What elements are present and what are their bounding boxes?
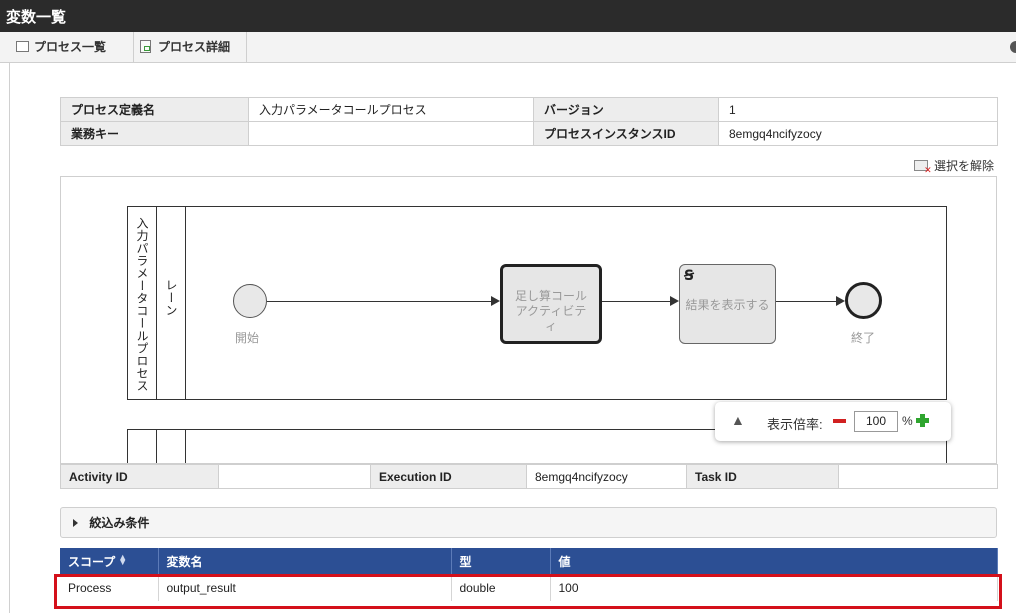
process-def-name-label: プロセス定義名: [60, 97, 249, 122]
clear-selection-link[interactable]: 選択を解除: [913, 157, 994, 176]
call-activity-task[interactable]: 足し算コールアクティビティ: [500, 264, 602, 344]
tab-bar: プロセス一覧 プロセス詳細: [0, 32, 1016, 63]
column-header-name[interactable]: 変数名: [158, 548, 452, 574]
instance-id-label: プロセスインスタンスID: [533, 121, 719, 146]
tab-process-detail-label: プロセス詳細: [158, 40, 231, 54]
business-key-label: 業務キー: [60, 121, 249, 146]
table-row[interactable]: Process output_result double 100: [60, 574, 998, 601]
start-event[interactable]: [233, 284, 267, 318]
activity-id-label: Activity ID: [60, 464, 219, 489]
execution-id-label: Execution ID: [370, 464, 527, 489]
task-id-label: Task ID: [686, 464, 839, 489]
activity-id-value: [218, 464, 371, 489]
business-key-value: [248, 121, 534, 146]
tab-process-list-label: プロセス一覧: [34, 40, 107, 54]
sort-icon[interactable]: ▲ ▼: [118, 552, 127, 566]
tab-process-detail[interactable]: プロセス詳細: [134, 32, 247, 62]
info-icon[interactable]: [1010, 41, 1016, 53]
pool-label: 入力パラメータコールプロセス: [135, 217, 149, 392]
arrowhead-icon: [836, 296, 845, 306]
version-label: バージョン: [533, 97, 719, 122]
cell-scope: Process: [60, 574, 159, 601]
arrowhead-icon: [491, 296, 500, 306]
cell-value: 100: [550, 574, 998, 601]
second-pool-label-cell: [128, 430, 157, 463]
script-task-label: 結果を表示する: [685, 298, 770, 312]
clear-selection-icon: [913, 160, 932, 176]
call-activity-label: 足し算コールアクティビティ: [514, 289, 587, 333]
sequence-flow[interactable]: [602, 301, 670, 302]
lane-label-cell: レーン: [157, 207, 186, 399]
process-diagram[interactable]: 入力パラメータコールプロセス レーン 開始 足し算コールアクティビティ Ꞩ 結果…: [60, 176, 997, 464]
script-task-icon: Ꞩ: [684, 267, 695, 283]
variables-table: スコープ ▲ ▼ 変数名 型 値 Process output_result dou…: [60, 548, 998, 601]
start-event-label: 開始: [235, 331, 260, 345]
task-id-value: [838, 464, 998, 489]
panel-border: [9, 63, 10, 613]
version-value: 1: [718, 97, 998, 122]
cell-name: output_result: [158, 574, 452, 601]
zoom-label: 表示倍率:: [767, 417, 823, 432]
column-header-scope[interactable]: スコープ ▲ ▼: [60, 548, 159, 574]
document-icon: [140, 40, 151, 53]
sequence-flow[interactable]: [267, 301, 491, 302]
zoom-unit: %: [902, 414, 913, 428]
process-def-name-value: 入力パラメータコールプロセス: [248, 97, 534, 122]
zoom-out-icon[interactable]: [833, 419, 846, 423]
script-task[interactable]: Ꞩ 結果を表示する: [679, 264, 776, 344]
process-info-table: プロセス定義名 入力パラメータコールプロセス バージョン 1 業務キー プロセス…: [60, 97, 998, 146]
second-lane-label-cell: [157, 430, 186, 463]
zoom-in-icon[interactable]: [916, 414, 929, 427]
zoom-input[interactable]: 100: [854, 411, 898, 432]
end-event[interactable]: [845, 282, 882, 319]
column-header-value[interactable]: 値: [550, 548, 998, 574]
column-header-type[interactable]: 型: [451, 548, 551, 574]
id-table: Activity ID Execution ID 8emgq4ncifyzocy…: [60, 464, 998, 489]
pool-label-cell: 入力パラメータコールプロセス: [128, 207, 157, 399]
clear-selection-label: 選択を解除: [933, 159, 994, 173]
execution-id-value: 8emgq4ncifyzocy: [526, 464, 687, 489]
zoom-control: ▲ 表示倍率: 100 %: [715, 402, 951, 441]
home-icon[interactable]: ▲: [731, 412, 745, 428]
list-icon: [16, 41, 29, 52]
lane-label: レーン: [164, 279, 178, 317]
arrowhead-icon: [670, 296, 679, 306]
end-event-label: 終了: [851, 331, 876, 345]
table-header-row: スコープ ▲ ▼ 変数名 型 値: [60, 548, 998, 574]
window-title: 変数一覧: [0, 0, 1016, 32]
cell-type: double: [451, 574, 551, 601]
caret-right-icon: [73, 519, 78, 527]
column-header-scope-label: スコープ: [68, 554, 116, 569]
tab-process-list[interactable]: プロセス一覧: [10, 32, 134, 62]
filter-toggle[interactable]: 絞込み条件: [60, 507, 997, 538]
filter-label: 絞込み条件: [89, 516, 150, 530]
sequence-flow[interactable]: [776, 301, 836, 302]
instance-id-value: 8emgq4ncifyzocy: [718, 121, 998, 146]
